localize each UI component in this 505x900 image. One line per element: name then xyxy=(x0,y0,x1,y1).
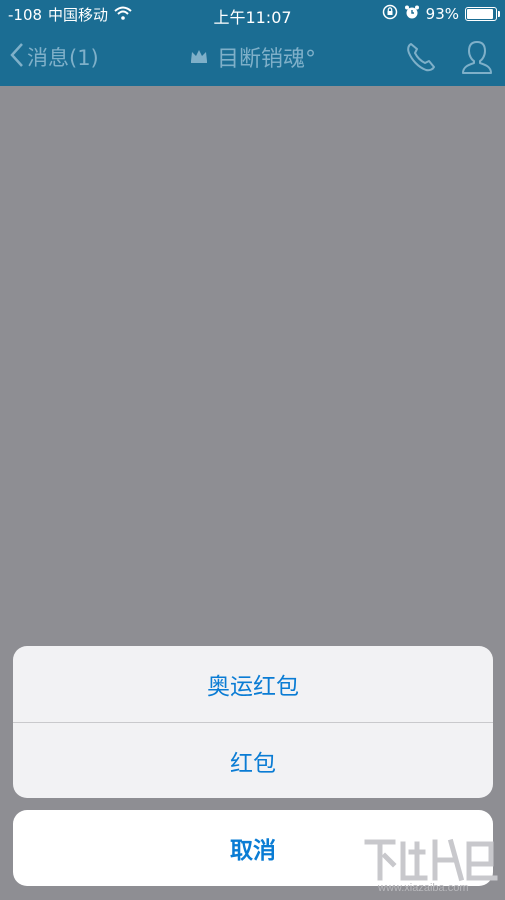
alarm-icon xyxy=(404,4,420,24)
phone-icon xyxy=(404,43,438,78)
action-sheet: 奥运红包 红包 xyxy=(13,646,493,798)
battery-percent: 93% xyxy=(425,5,459,23)
status-bar: -108 中国移动 上午11:07 93% xyxy=(0,0,505,28)
option-red-packet[interactable]: 红包 xyxy=(13,723,493,798)
nav-bar: 消息(1) 目断销魂° xyxy=(0,28,505,86)
status-right: 93% xyxy=(382,4,500,24)
option-olympic-red-packet[interactable]: 奥运红包 xyxy=(13,646,493,722)
chat-title: 目断销魂° xyxy=(216,47,316,72)
profile-button[interactable] xyxy=(460,38,494,80)
battery-fill xyxy=(467,9,493,19)
watermark-url: www.xiazaiba.com xyxy=(378,882,469,894)
battery-icon xyxy=(465,7,500,21)
dim-overlay[interactable] xyxy=(0,86,505,646)
phone-button[interactable] xyxy=(404,40,438,78)
profile-icon xyxy=(460,41,494,80)
orientation-lock-icon xyxy=(382,4,398,24)
crown-icon xyxy=(189,45,209,70)
